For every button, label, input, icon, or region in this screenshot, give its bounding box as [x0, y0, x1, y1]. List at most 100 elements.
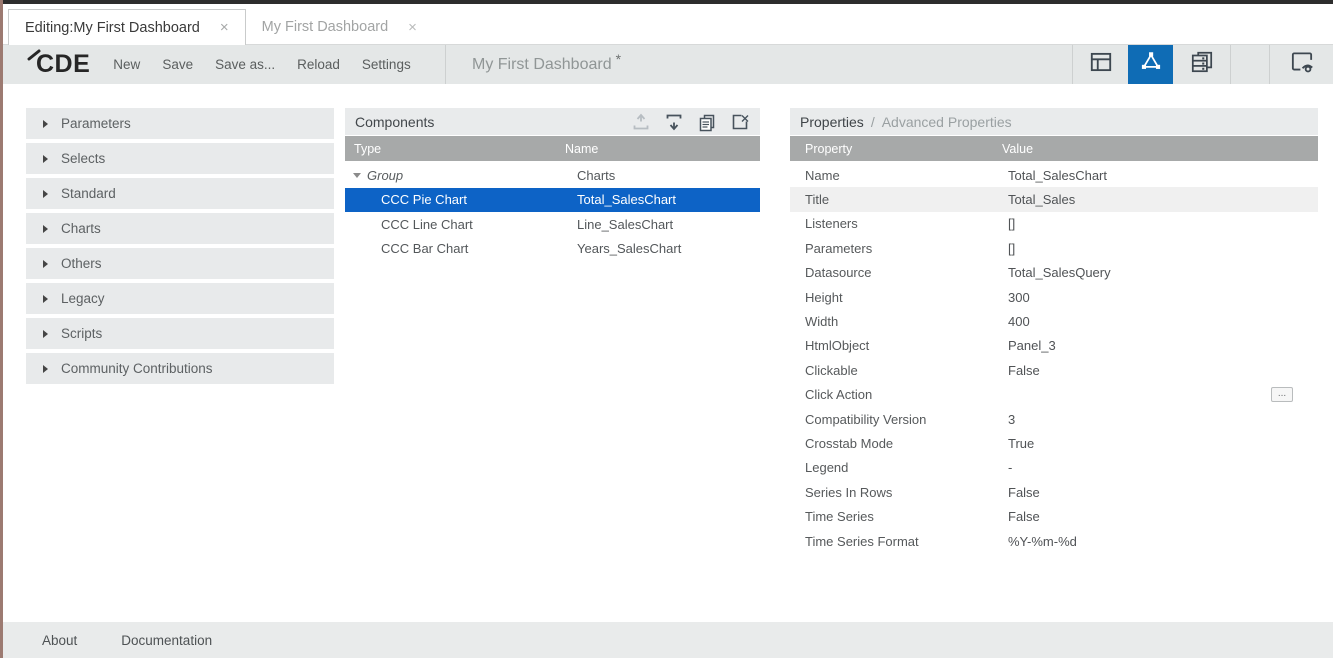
property-row-width[interactable]: Width 400 [790, 309, 1318, 333]
shift-up-icon[interactable] [631, 112, 651, 132]
chevron-right-icon [43, 260, 48, 268]
menu-new[interactable]: New [102, 57, 151, 72]
property-value[interactable]: [] [1008, 216, 1015, 231]
tab-dashboard[interactable]: My First Dashboard × [246, 9, 433, 45]
panel-switcher-spacer [1231, 45, 1269, 84]
property-row-series-in-rows[interactable]: Series In Rows False [790, 480, 1318, 504]
tab-label: Editing:My First Dashboard [25, 20, 200, 36]
header-divider [445, 45, 446, 84]
chevron-right-icon [43, 190, 48, 198]
property-row-time-series-format[interactable]: Time Series Format %Y-%m-%d [790, 529, 1318, 553]
component-type: CCC Bar Chart [381, 241, 468, 256]
table-row-pie-chart[interactable]: CCC Pie Chart Total_SalesChart [345, 188, 760, 213]
property-row-htmlobject[interactable]: HtmlObject Panel_3 [790, 334, 1318, 358]
properties-table: Name Total_SalesChart Title Total_Sales … [790, 163, 1318, 553]
property-label: Width [805, 314, 838, 329]
properties-panel: Properties / Advanced Properties Propert… [790, 108, 1318, 553]
sidebar-item-label: Standard [61, 186, 116, 201]
property-label: Crosstab Mode [805, 436, 893, 451]
tab-editing-dashboard[interactable]: Editing:My First Dashboard × [8, 9, 246, 45]
sidebar-item-parameters[interactable]: Parameters [26, 108, 334, 139]
menu-save-as[interactable]: Save as... [204, 57, 286, 72]
property-label: Height [805, 290, 843, 305]
property-row-compatibility-version[interactable]: Compatibility Version 3 [790, 407, 1318, 431]
close-icon[interactable]: × [408, 19, 417, 36]
preview-eye-icon [1288, 49, 1316, 80]
components-panel-button[interactable] [1128, 45, 1173, 84]
property-value[interactable]: [] [1008, 241, 1015, 256]
sidebar-item-community-contributions[interactable]: Community Contributions [26, 353, 334, 384]
properties-separator: / [871, 114, 875, 130]
property-row-time-series[interactable]: Time Series False [790, 504, 1318, 528]
click-action-edit-button[interactable]: ... [1271, 387, 1293, 402]
property-value[interactable]: 400 [1008, 314, 1030, 329]
property-label: Legend [805, 460, 848, 475]
footer-bar: About Documentation [0, 622, 1333, 658]
unsaved-marker: * [616, 51, 621, 67]
property-value[interactable]: Total_SalesQuery [1008, 265, 1111, 280]
datasources-panel-button[interactable] [1173, 45, 1231, 84]
column-header-property: Property [790, 142, 852, 156]
property-row-parameters[interactable]: Parameters [] [790, 236, 1318, 260]
sidebar-item-charts[interactable]: Charts [26, 213, 334, 244]
property-row-name[interactable]: Name Total_SalesChart [790, 163, 1318, 187]
property-row-title[interactable]: Title Total_Sales [790, 187, 1318, 211]
menu-reload[interactable]: Reload [286, 57, 351, 72]
property-row-crosstab-mode[interactable]: Crosstab Mode True [790, 431, 1318, 455]
property-label: Click Action [805, 387, 872, 402]
close-icon[interactable]: × [220, 19, 229, 36]
property-value[interactable]: True [1008, 436, 1034, 451]
sidebar-item-selects[interactable]: Selects [26, 143, 334, 174]
property-label: HtmlObject [805, 338, 869, 353]
component-name: Charts [577, 168, 615, 183]
property-value[interactable]: - [1008, 460, 1012, 475]
window-top-edge [0, 0, 1333, 4]
sidebar-item-legacy[interactable]: Legacy [26, 283, 334, 314]
sidebar-item-scripts[interactable]: Scripts [26, 318, 334, 349]
delete-icon[interactable] [730, 112, 750, 132]
property-row-height[interactable]: Height 300 [790, 285, 1318, 309]
about-link[interactable]: About [42, 633, 77, 648]
property-label: Datasource [805, 265, 871, 280]
table-row-line-chart[interactable]: CCC Line Chart Line_SalesChart [345, 212, 760, 237]
documentation-link[interactable]: Documentation [121, 633, 212, 648]
tab-properties[interactable]: Properties [800, 114, 864, 130]
properties-table-header: Property Value [790, 136, 1318, 161]
table-row-bar-chart[interactable]: CCC Bar Chart Years_SalesChart [345, 237, 760, 262]
property-value[interactable]: False [1008, 363, 1040, 378]
menu-settings[interactable]: Settings [351, 57, 422, 72]
menu-save[interactable]: Save [151, 57, 204, 72]
chevron-right-icon [43, 225, 48, 233]
chevron-down-icon[interactable] [353, 173, 361, 178]
property-value[interactable]: Panel_3 [1008, 338, 1056, 353]
property-value[interactable]: 300 [1008, 290, 1030, 305]
property-value[interactable]: False [1008, 509, 1040, 524]
property-value[interactable]: 3 [1008, 412, 1015, 427]
property-row-click-action[interactable]: Click Action ... [790, 383, 1318, 407]
duplicate-icon[interactable] [697, 112, 717, 132]
components-panel-header: Components [345, 108, 760, 135]
property-row-listeners[interactable]: Listeners [] [790, 212, 1318, 236]
layout-panel-button[interactable] [1072, 45, 1128, 84]
preview-button[interactable] [1269, 45, 1333, 84]
property-value[interactable]: Total_SalesChart [1008, 168, 1107, 183]
shift-down-icon[interactable] [664, 112, 684, 132]
tab-bar: Editing:My First Dashboard × My First Da… [0, 4, 1333, 45]
logo-accent-icon [26, 48, 42, 62]
tab-advanced-properties[interactable]: Advanced Properties [882, 114, 1012, 130]
tab-label: My First Dashboard [262, 19, 389, 35]
property-row-datasource[interactable]: Datasource Total_SalesQuery [790, 261, 1318, 285]
chevron-right-icon [43, 120, 48, 128]
property-value[interactable]: Total_Sales [1008, 192, 1075, 207]
sidebar-item-standard[interactable]: Standard [26, 178, 334, 209]
components-toolbar [631, 112, 750, 132]
property-row-legend[interactable]: Legend - [790, 456, 1318, 480]
property-value[interactable]: %Y-%m-%d [1008, 534, 1077, 549]
table-row-group[interactable]: Group Charts [345, 163, 760, 188]
app-logo: CDE [30, 52, 90, 77]
property-row-clickable[interactable]: Clickable False [790, 358, 1318, 382]
sidebar-item-label: Legacy [61, 291, 105, 306]
datasources-icon [1189, 49, 1215, 80]
sidebar-item-others[interactable]: Others [26, 248, 334, 279]
property-value[interactable]: False [1008, 485, 1040, 500]
